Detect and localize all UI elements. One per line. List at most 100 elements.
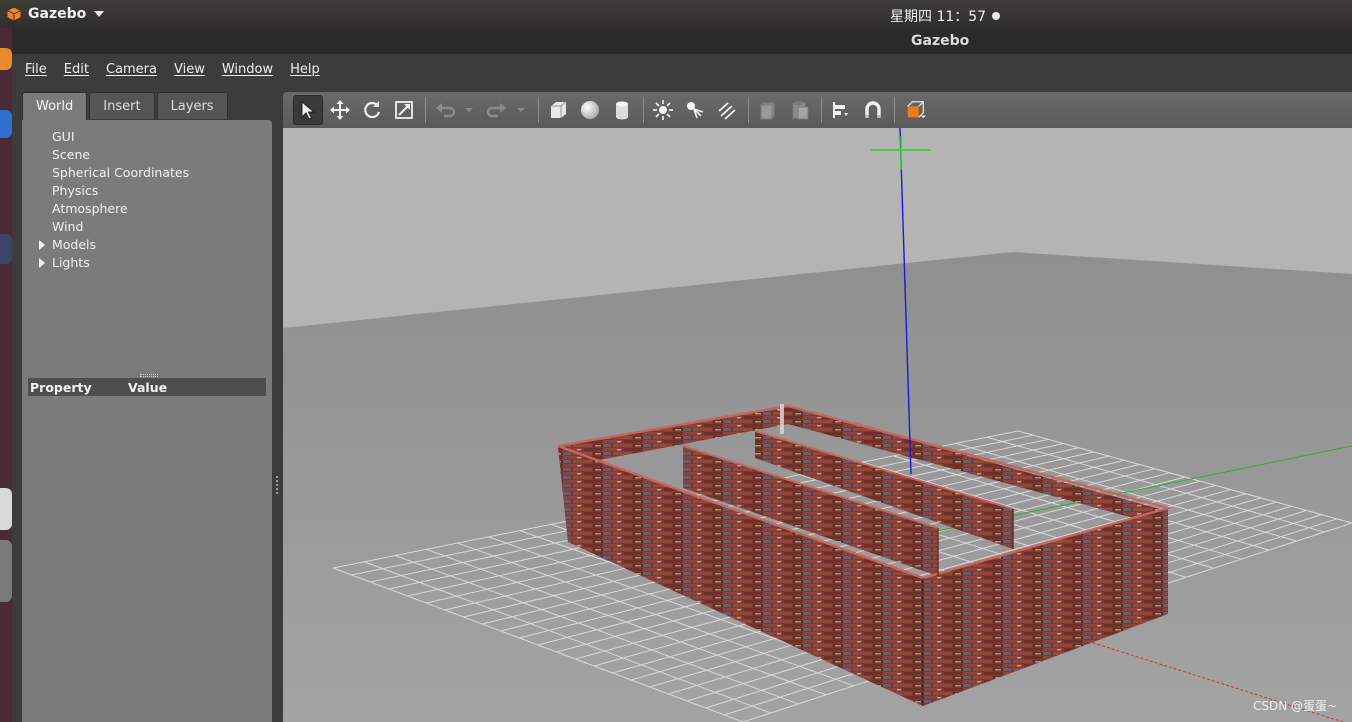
window-title: Gazebo xyxy=(911,33,970,49)
toolbar-separator xyxy=(643,97,644,123)
tree-item-gui[interactable]: GUI xyxy=(22,128,272,146)
tree-item-atmosphere[interactable]: Atmosphere xyxy=(22,200,272,218)
tab-insert[interactable]: Insert xyxy=(89,92,155,119)
redo-history-button[interactable] xyxy=(514,95,528,125)
paste-icon xyxy=(792,101,809,120)
left-panel: World Insert Layers GUI Scene Spherical … xyxy=(22,92,272,722)
gazebo-logo-icon xyxy=(6,6,22,22)
menubar: File Edit Camera View Window Help xyxy=(12,54,1352,84)
chevron-down-icon xyxy=(465,108,473,112)
panel-splitter-handle[interactable] xyxy=(140,374,158,377)
box-shape-button[interactable] xyxy=(543,95,573,125)
menu-window[interactable]: Window xyxy=(222,62,273,77)
chevron-down-icon xyxy=(94,11,105,17)
menu-camera[interactable]: Camera xyxy=(106,62,157,77)
launcher-item-document[interactable] xyxy=(0,488,12,530)
sphere-shape-icon xyxy=(581,101,599,119)
watermark-text: CSDN @蛋蛋~ xyxy=(1253,699,1338,713)
expand-arrow-icon[interactable] xyxy=(39,240,45,250)
spot-light-icon xyxy=(687,102,704,119)
expand-arrow-icon[interactable] xyxy=(39,258,45,268)
window-title-bar[interactable]: Gazebo xyxy=(0,28,1352,54)
tree-item-label: Physics xyxy=(52,183,99,198)
tree-item-label: Spherical Coordinates xyxy=(52,165,190,180)
toolbar-separator xyxy=(821,97,822,123)
copy-button[interactable] xyxy=(753,95,783,125)
system-top-bar: Gazebo 星期四 11：57 xyxy=(0,0,1352,28)
point-light-button[interactable] xyxy=(648,95,678,125)
tab-world[interactable]: World xyxy=(22,92,88,121)
menu-view[interactable]: View xyxy=(174,62,205,77)
toolbar-separator xyxy=(894,97,895,123)
undo-history-button[interactable] xyxy=(462,95,476,125)
cylinder-shape-button[interactable] xyxy=(607,95,637,125)
launcher-item-files[interactable] xyxy=(0,110,12,138)
tree-item-wind[interactable]: Wind xyxy=(22,218,272,236)
box-shape-icon xyxy=(551,101,567,118)
tab-layers[interactable]: Layers xyxy=(156,92,228,119)
launcher-item-software[interactable] xyxy=(0,540,12,602)
menu-edit[interactable]: Edit xyxy=(64,62,89,77)
property-table-header: Property Value xyxy=(28,378,266,396)
view-angle-button[interactable] xyxy=(899,95,933,125)
world-tree: GUI Scene Spherical Coordinates Physics … xyxy=(22,128,272,272)
tree-item-label: GUI xyxy=(52,129,75,144)
scale-mode-button[interactable] xyxy=(389,95,419,125)
view-angle-icon xyxy=(907,101,927,119)
redo-button[interactable] xyxy=(482,95,512,125)
magnet-icon xyxy=(865,101,881,118)
app-menu[interactable]: Gazebo xyxy=(6,4,105,24)
tree-item-label: Models xyxy=(52,237,97,252)
translate-mode-button[interactable] xyxy=(325,95,355,125)
scale-icon xyxy=(395,101,413,119)
undo-icon xyxy=(436,103,456,118)
panel-tabs: World Insert Layers xyxy=(22,92,230,121)
point-light-icon xyxy=(653,100,673,120)
tree-item-spherical-coordinates[interactable]: Spherical Coordinates xyxy=(22,164,272,182)
toolbar-separator xyxy=(538,97,539,123)
align-icon xyxy=(833,102,848,118)
menu-file[interactable]: File xyxy=(25,62,47,77)
select-mode-button[interactable] xyxy=(293,95,323,125)
value-column-header[interactable]: Value xyxy=(128,380,167,395)
align-button[interactable] xyxy=(826,95,856,125)
launcher-strip xyxy=(0,28,12,722)
move-arrows-icon xyxy=(330,100,350,120)
paste-button[interactable] xyxy=(785,95,815,125)
spot-light-button[interactable] xyxy=(680,95,710,125)
undo-button[interactable] xyxy=(430,95,460,125)
status-dot-icon xyxy=(992,12,1001,20)
toolbar-separator xyxy=(748,97,749,123)
directional-light-icon xyxy=(718,102,736,120)
launcher-item-app[interactable] xyxy=(0,234,12,264)
menu-help[interactable]: Help xyxy=(290,62,320,77)
tree-item-lights[interactable]: Lights xyxy=(22,254,272,272)
tree-item-label: Atmosphere xyxy=(52,201,128,216)
rotate-icon xyxy=(364,101,381,119)
snap-button[interactable] xyxy=(858,95,888,125)
toolbar xyxy=(283,92,1352,128)
directional-light-button[interactable] xyxy=(712,95,742,125)
tree-item-models[interactable]: Models xyxy=(22,236,272,254)
scene-render xyxy=(283,128,1352,722)
tree-item-label: Wind xyxy=(52,219,84,234)
rotate-mode-button[interactable] xyxy=(357,95,387,125)
toolbar-separator xyxy=(425,97,426,123)
tree-item-physics[interactable]: Physics xyxy=(22,182,272,200)
clock[interactable]: 星期四 11：57 xyxy=(890,6,1001,26)
property-column-header[interactable]: Property xyxy=(28,380,128,395)
arrow-cursor-icon xyxy=(301,100,316,120)
vertical-splitter[interactable] xyxy=(272,92,282,722)
3d-viewport[interactable] xyxy=(283,128,1352,722)
cylinder-shape-icon xyxy=(616,101,628,120)
copy-icon xyxy=(760,102,775,120)
app-name: Gazebo xyxy=(28,6,87,22)
clock-text: 星期四 11：57 xyxy=(890,9,987,25)
launcher-item-firefox[interactable] xyxy=(0,48,12,70)
redo-icon xyxy=(486,103,506,118)
tree-item-label: Lights xyxy=(52,255,90,270)
sphere-shape-button[interactable] xyxy=(575,95,605,125)
tree-item-label: Scene xyxy=(52,147,91,162)
world-panel: GUI Scene Spherical Coordinates Physics … xyxy=(22,120,272,722)
tree-item-scene[interactable]: Scene xyxy=(22,146,272,164)
